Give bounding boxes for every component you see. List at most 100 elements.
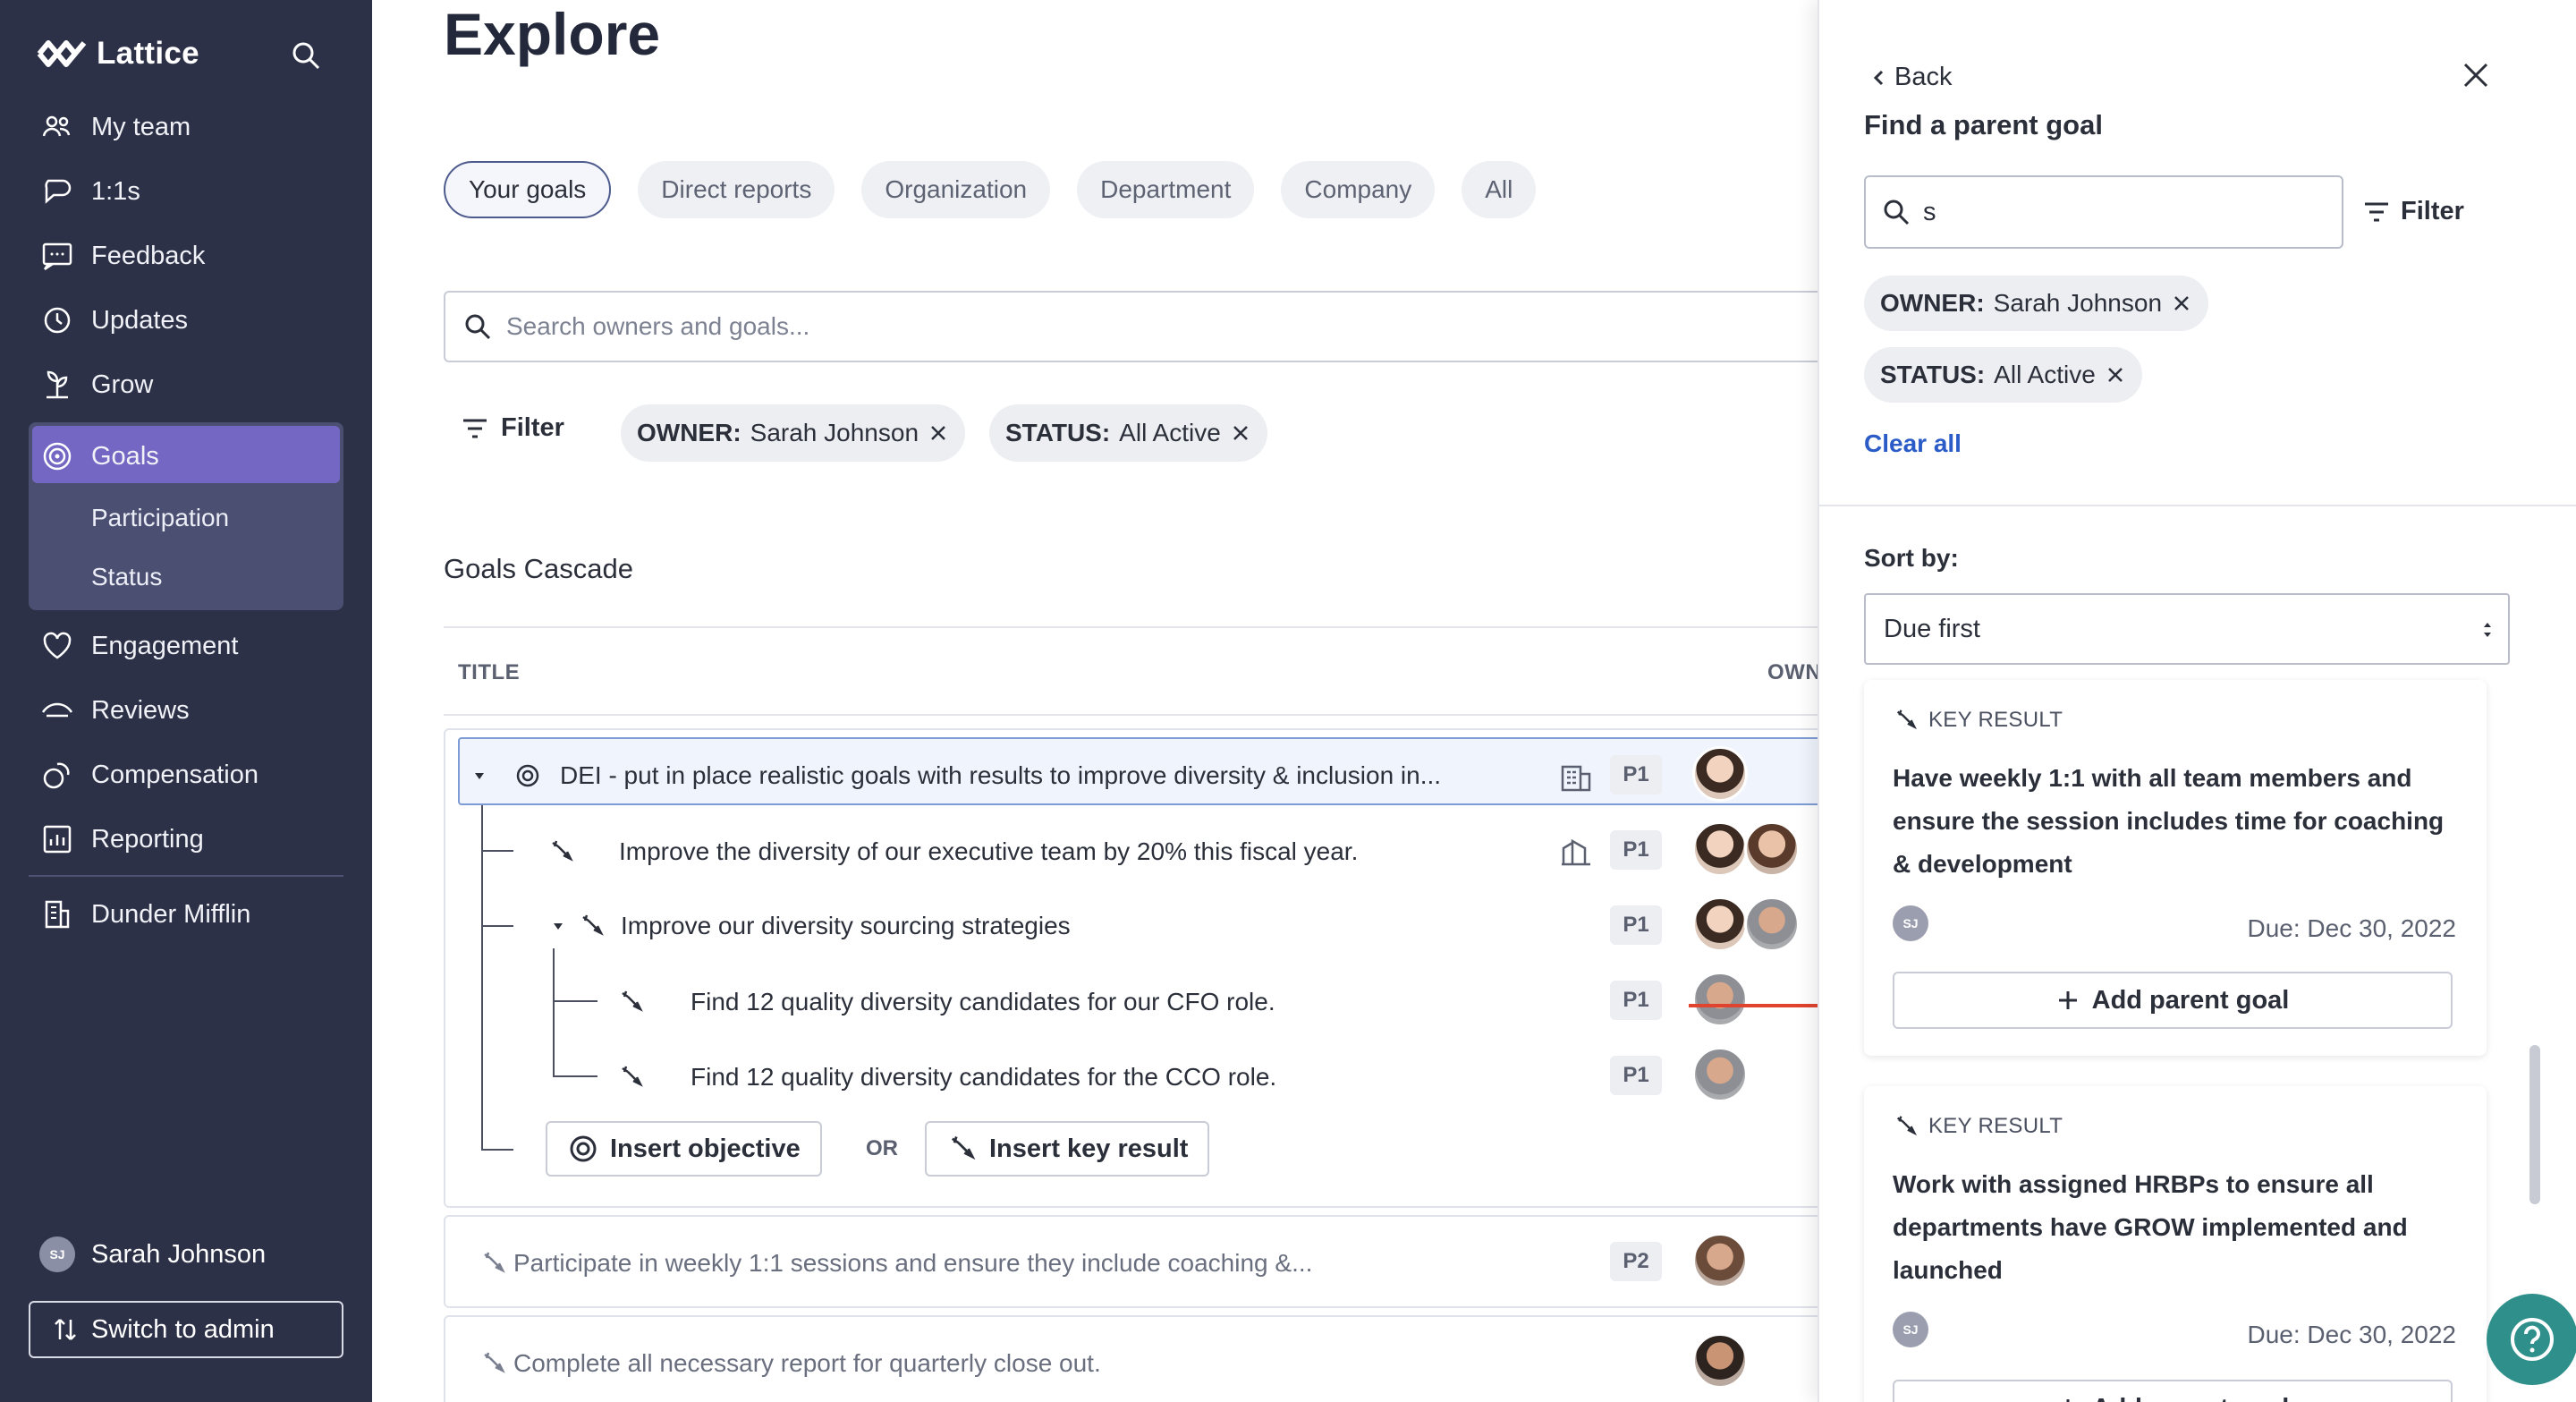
select-arrows-icon [2484, 623, 2491, 637]
sidebar-item-dunder-mifflin[interactable]: Dunder Mifflin [39, 889, 250, 939]
close-icon[interactable] [928, 422, 949, 444]
owner-avatar[interactable] [1744, 821, 1800, 877]
table-row[interactable]: Find 12 quality diversity candidates for… [617, 1050, 1276, 1104]
sidebar-item-label: Dunder Mifflin [91, 899, 251, 929]
sidebar-item-engagement[interactable]: Engagement [39, 621, 238, 671]
owner-avatar[interactable] [1692, 1333, 1748, 1389]
insert-key-result-button[interactable]: Insert key result [925, 1121, 1210, 1177]
goals-search-input[interactable] [506, 312, 1669, 341]
key-result-icon [951, 1136, 976, 1160]
clear-all-link[interactable]: Clear all [1864, 429, 1962, 458]
objective-icon [570, 1135, 597, 1162]
table-row[interactable]: Participate in weekly 1:1 sessions and e… [444, 1215, 1839, 1308]
parent-goal-search-input[interactable] [1923, 197, 2317, 227]
sidebar-item-label: Engagement [91, 631, 239, 660]
sidebar-item-feedback[interactable]: Feedback [39, 231, 205, 281]
sidebar-item-updates[interactable]: Updates [39, 295, 188, 345]
help-button[interactable] [2487, 1294, 2576, 1385]
sidebar-item-goals[interactable]: Goals [39, 431, 159, 481]
due-date: Due: Dec 30, 2022 [2247, 1321, 2457, 1348]
result-type: KEY RESULT [1893, 1113, 2063, 1140]
or-label: OR [866, 1136, 898, 1160]
close-icon[interactable] [1230, 422, 1251, 444]
sidebar-item-grow[interactable]: Grow [39, 360, 153, 410]
owner-avatar[interactable] [1692, 1233, 1748, 1288]
tab-your-goals[interactable]: Your goals [444, 161, 612, 218]
sidebar-item-label: Reviews [91, 695, 190, 725]
close-icon[interactable] [2105, 364, 2126, 386]
building-icon [45, 900, 70, 929]
chip-value: Sarah Johnson [750, 419, 919, 446]
owner-avatar[interactable] [1692, 896, 1748, 952]
caret-down-icon[interactable] [551, 919, 565, 933]
table-row[interactable]: Complete all necessary report for quarte… [444, 1315, 1839, 1402]
close-icon[interactable] [2171, 293, 2192, 314]
key-result-icon [582, 914, 604, 936]
owner-avatar[interactable] [1692, 821, 1748, 877]
sidebar-item-1on1s[interactable]: 1:1s [39, 166, 140, 217]
updates-icon [44, 307, 71, 334]
status-filter-chip: STATUS: All Active [989, 404, 1267, 462]
owner-avatar[interactable] [1744, 896, 1800, 952]
help-icon [2511, 1318, 2554, 1361]
heart-icon [43, 632, 72, 659]
sidebar-item-compensation[interactable]: Compensation [39, 750, 258, 800]
switch-to-admin-button[interactable]: Switch to admin [29, 1301, 343, 1358]
owner-avatar[interactable] [1692, 1047, 1748, 1102]
filter-icon [2365, 202, 2388, 221]
goal-title: Improve the diversity of our executive t… [619, 837, 1359, 865]
sidebar-subitem-participation[interactable]: Participation [91, 504, 229, 532]
tab-company[interactable]: Company [1281, 161, 1436, 218]
brand[interactable]: Lattice [36, 34, 199, 73]
goal-title: Improve our diversity sourcing strategie… [621, 912, 1071, 939]
chip-value: All Active [1994, 361, 2096, 388]
chat-icon [45, 179, 72, 204]
key-result-icon [1896, 709, 1917, 730]
sidebar-item-reviews[interactable]: Reviews [39, 685, 190, 735]
search-icon[interactable] [290, 39, 322, 72]
add-parent-label: Add parent goal [2091, 985, 2290, 1015]
sidebar-item-my-team[interactable]: My team [39, 102, 191, 152]
tab-organization[interactable]: Organization [861, 161, 1051, 218]
sidebar-subitem-status[interactable]: Status [91, 563, 162, 591]
tab-direct-reports[interactable]: Direct reports [638, 161, 835, 218]
table-row[interactable]: Improve our diversity sourcing strategie… [547, 899, 1071, 953]
sidebar-item-reporting[interactable]: Reporting [39, 814, 204, 864]
insert-objective-label: Insert objective [610, 1134, 801, 1163]
key-result-icon [1896, 1116, 1917, 1136]
add-parent-goal-button[interactable]: Add parent goal [1893, 1380, 2453, 1402]
priority-badge: P1 [1610, 1056, 1662, 1095]
caret-down-icon[interactable] [472, 769, 487, 783]
current-user[interactable]: SJ Sarah Johnson [39, 1236, 266, 1272]
table-row[interactable]: Find 12 quality diversity candidates for… [617, 975, 1275, 1029]
nav-divider [29, 875, 343, 877]
sidebar-item-label: My team [91, 112, 191, 141]
back-button[interactable]: Back [1871, 63, 1952, 92]
sidebar-item-label: Goals [91, 441, 159, 471]
owner-avatar[interactable] [1692, 746, 1748, 802]
sort-value: Due first [1884, 614, 1980, 643]
chip-key: STATUS: [1005, 419, 1111, 446]
goal-title: Participate in weekly 1:1 sessions and e… [513, 1249, 1313, 1277]
result-card: KEY RESULT Have weekly 1:1 with all team… [1864, 680, 2487, 1056]
goals-search-box [444, 291, 1839, 362]
close-icon[interactable] [2460, 59, 2492, 91]
add-parent-goal-button[interactable]: Add parent goal [1893, 972, 2453, 1029]
tab-department[interactable]: Department [1077, 161, 1255, 218]
panel-filter-button[interactable]: Filter [2363, 197, 2464, 226]
tree-line [481, 1149, 513, 1151]
sidebar-item-label: Feedback [91, 241, 206, 270]
goal-title: Complete all necessary report for quarte… [513, 1349, 1101, 1377]
brand-name: Lattice [97, 36, 199, 71]
insert-objective-button[interactable]: Insert objective [546, 1121, 822, 1177]
priority-badge: P1 [1610, 755, 1662, 794]
reporting-icon [43, 825, 72, 854]
table-row[interactable]: Improve the diversity of our executive t… [547, 825, 1358, 879]
tab-all[interactable]: All [1462, 161, 1537, 218]
panel-scrollbar[interactable] [2529, 1045, 2540, 1204]
sort-select[interactable]: Due first [1864, 593, 2510, 665]
goal-title: Find 12 quality diversity candidates for… [691, 988, 1275, 1015]
table-row[interactable]: DEI - put in place realistic goals with … [472, 749, 1441, 803]
filter-button[interactable]: Filter [462, 413, 564, 443]
grow-icon [47, 370, 68, 399]
